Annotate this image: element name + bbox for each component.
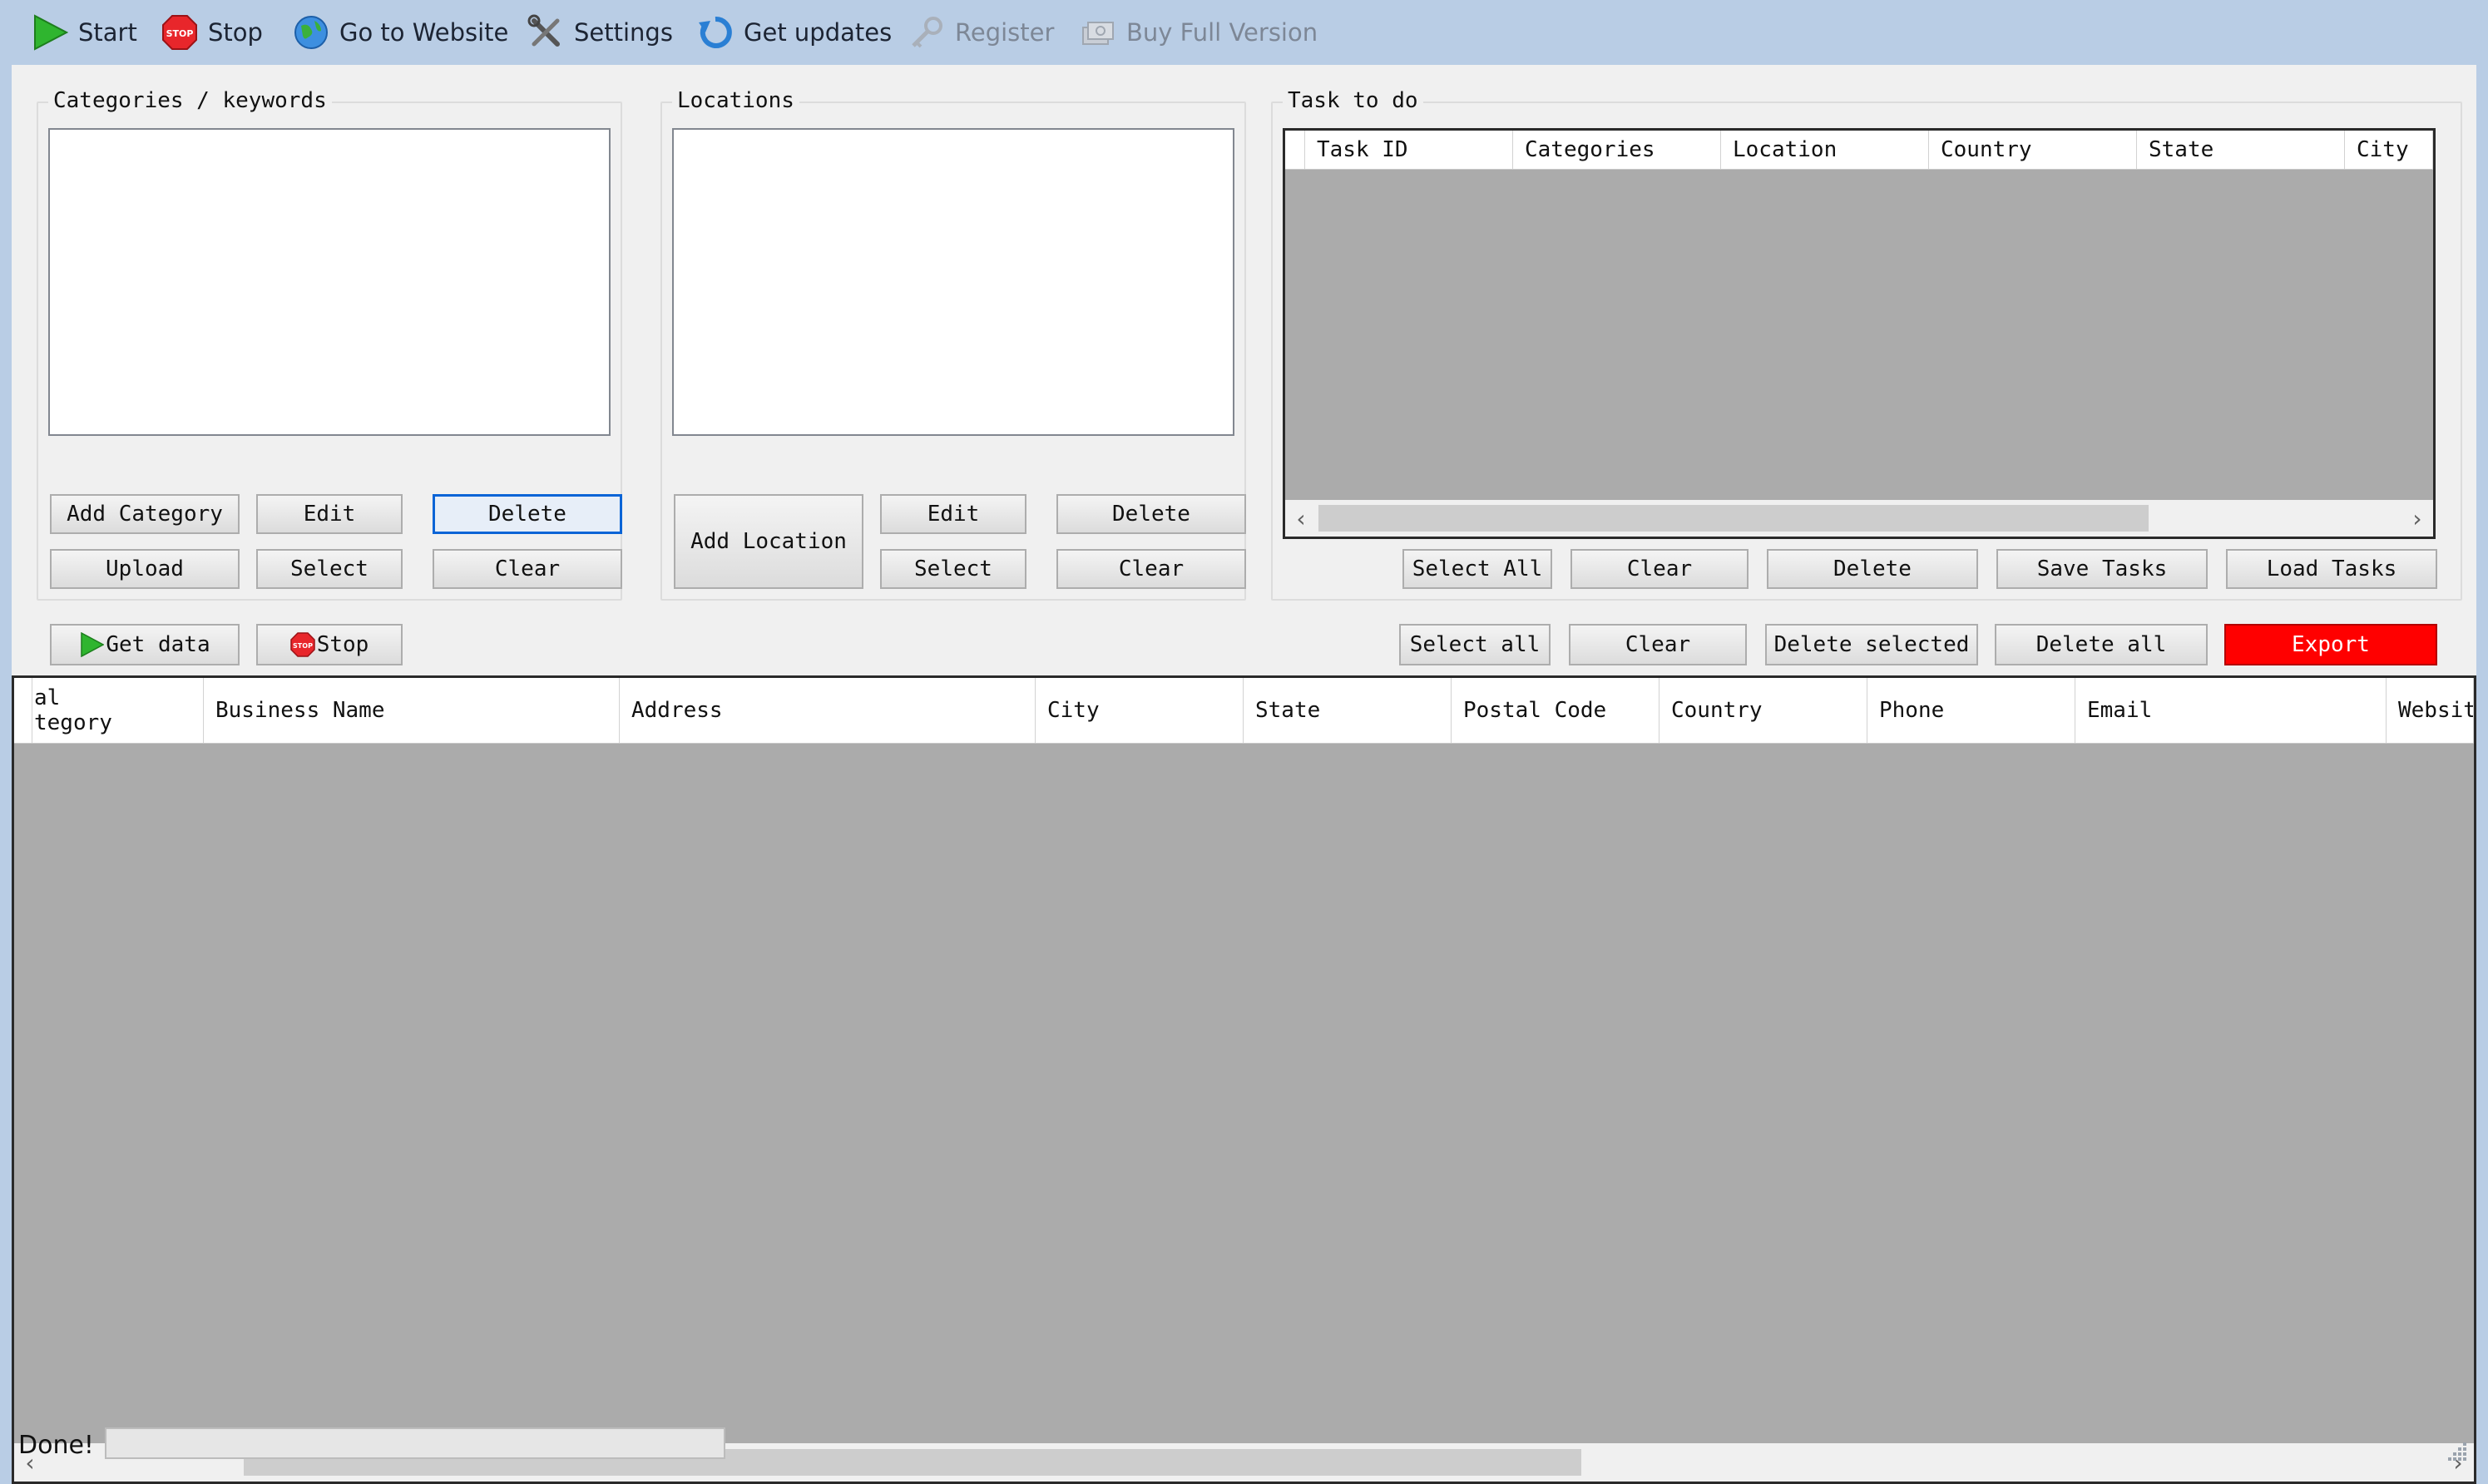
add-category-button[interactable]: Add Category — [50, 494, 240, 534]
results-grid[interactable]: al tegory Business Name Address City Sta… — [12, 675, 2476, 1484]
refresh-icon — [697, 14, 734, 51]
select-categories-button[interactable]: Select — [256, 549, 403, 589]
column-category-line1: al — [34, 685, 61, 710]
main-panel: Categories / keywords Add Category Edit … — [12, 65, 2476, 1484]
column-postal-code[interactable]: Postal Code — [1452, 678, 1659, 743]
buy-full-version-button[interactable]: Buy Full Version — [1080, 10, 1318, 55]
tasks-grid-header: Task ID Categories Location Country Stat… — [1285, 131, 2433, 170]
row-header-corner — [1285, 131, 1305, 169]
column-country[interactable]: Country — [1659, 678, 1867, 743]
tools-icon — [527, 14, 564, 51]
start-label: Start — [78, 18, 137, 47]
tasks-group: Task to do Task ID Categories Location C… — [1271, 88, 2462, 601]
column-country[interactable]: Country — [1929, 131, 2137, 169]
save-tasks-button[interactable]: Save Tasks — [1996, 549, 2208, 589]
stop-button[interactable]: STOP Stop — [161, 10, 263, 55]
column-state[interactable]: State — [2137, 131, 2345, 169]
load-tasks-button[interactable]: Load Tasks — [2226, 549, 2437, 589]
settings-button[interactable]: Settings — [527, 10, 673, 55]
resize-grip-icon[interactable] — [2443, 1437, 2468, 1462]
play-icon — [79, 632, 105, 657]
settings-label: Settings — [574, 18, 673, 47]
column-website[interactable]: Websit — [2387, 678, 2474, 743]
clear-results-button[interactable]: Clear — [1569, 624, 1747, 665]
delete-location-button[interactable]: Delete — [1056, 494, 1246, 534]
locations-title: Locations — [672, 88, 799, 113]
go-to-website-button[interactable]: Go to Website — [293, 10, 508, 55]
column-category[interactable]: al tegory — [32, 678, 204, 743]
column-categories[interactable]: Categories — [1513, 131, 1721, 169]
get-data-button[interactable]: Get data — [50, 624, 240, 665]
delete-category-button[interactable]: Delete — [433, 494, 622, 534]
play-icon — [32, 14, 68, 51]
tasks-title: Task to do — [1283, 88, 1423, 113]
add-location-button[interactable]: Add Location — [674, 494, 863, 589]
scroll-left-icon[interactable]: ‹ — [1285, 500, 1317, 537]
row-header-corner — [14, 678, 32, 743]
toolbar: Start STOP Stop Go to Website Settings G… — [0, 0, 2488, 65]
stop-scrape-label: Stop — [316, 632, 369, 657]
status-text: Done! — [18, 1431, 94, 1460]
tasks-horizontal-scrollbar[interactable]: ‹ › — [1285, 500, 2433, 537]
stop-sign-icon: STOP — [289, 632, 315, 657]
categories-listbox[interactable] — [48, 128, 611, 436]
delete-selected-button[interactable]: Delete selected — [1765, 624, 1978, 665]
key-icon — [908, 14, 945, 51]
categories-group: Categories / keywords Add Category Edit … — [37, 88, 622, 601]
buy-full-version-label: Buy Full Version — [1126, 18, 1318, 47]
cash-icon — [1080, 14, 1116, 51]
select-locations-button[interactable]: Select — [880, 549, 1026, 589]
upload-categories-button[interactable]: Upload — [50, 549, 240, 589]
column-city[interactable]: City — [2345, 131, 2433, 169]
select-all-tasks-button[interactable]: Select All — [1402, 549, 1552, 589]
get-updates-button[interactable]: Get updates — [697, 10, 892, 55]
clear-categories-button[interactable]: Clear — [433, 549, 622, 589]
column-state[interactable]: State — [1244, 678, 1452, 743]
locations-group: Locations Add Location Edit Delete Selec… — [660, 88, 1246, 601]
clear-locations-button[interactable]: Clear — [1056, 549, 1246, 589]
start-button[interactable]: Start — [32, 10, 137, 55]
delete-task-button[interactable]: Delete — [1767, 549, 1978, 589]
categories-title: Categories / keywords — [48, 88, 332, 113]
column-email[interactable]: Email — [2075, 678, 2387, 743]
column-location[interactable]: Location — [1721, 131, 1929, 169]
tasks-grid[interactable]: Task ID Categories Location Country Stat… — [1283, 128, 2436, 539]
stop-label: Stop — [208, 18, 263, 47]
select-all-results-button[interactable]: Select all — [1399, 624, 1551, 665]
column-city[interactable]: City — [1036, 678, 1244, 743]
edit-location-button[interactable]: Edit — [880, 494, 1026, 534]
scrollbar-thumb[interactable] — [1318, 505, 2149, 532]
go-to-website-label: Go to Website — [339, 18, 509, 47]
register-label: Register — [955, 18, 1055, 47]
column-address[interactable]: Address — [620, 678, 1036, 743]
export-button[interactable]: Export — [2224, 624, 2437, 665]
column-phone[interactable]: Phone — [1867, 678, 2075, 743]
results-grid-header: al tegory Business Name Address City Sta… — [14, 678, 2474, 744]
column-task-id[interactable]: Task ID — [1305, 131, 1513, 169]
delete-all-button[interactable]: Delete all — [1995, 624, 2208, 665]
scroll-right-icon[interactable]: › — [2401, 500, 2433, 537]
column-category-line2: tegory — [34, 710, 112, 735]
svg-text:STOP: STOP — [293, 642, 313, 650]
get-data-label: Get data — [106, 632, 210, 657]
column-business-name[interactable]: Business Name — [204, 678, 620, 743]
stop-sign-icon: STOP — [161, 14, 198, 51]
clear-tasks-button[interactable]: Clear — [1570, 549, 1749, 589]
locations-listbox[interactable] — [672, 128, 1234, 436]
edit-category-button[interactable]: Edit — [256, 494, 403, 534]
stop-scrape-button[interactable]: STOP Stop — [256, 624, 403, 665]
progress-bar — [105, 1427, 725, 1459]
globe-icon — [293, 14, 329, 51]
svg-text:STOP: STOP — [166, 28, 194, 39]
register-button[interactable]: Register — [908, 10, 1054, 55]
get-updates-label: Get updates — [744, 18, 893, 47]
